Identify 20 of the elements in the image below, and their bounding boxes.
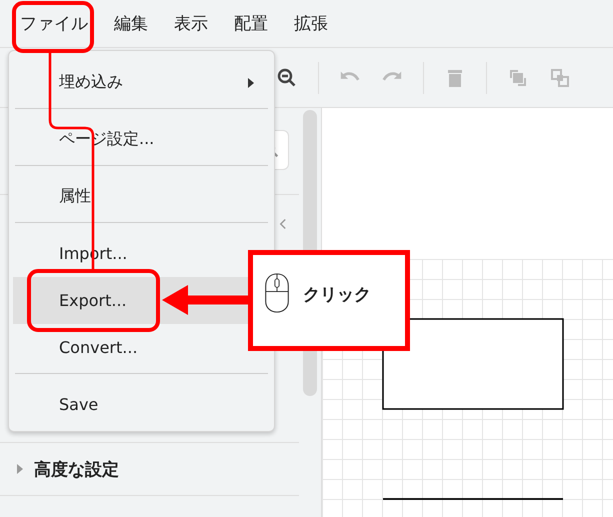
zoom-out-icon[interactable] — [276, 68, 298, 88]
section-header[interactable]: 高度な設定 — [0, 443, 299, 495]
section-label: 高度な設定 — [34, 458, 119, 480]
menu-item[interactable]: 配置 — [226, 0, 276, 46]
menu-entry[interactable]: ページ設定... — [13, 116, 270, 163]
menu-entry[interactable]: Save — [13, 381, 270, 428]
to-back-icon[interactable] — [549, 68, 571, 88]
collapse-icon[interactable] — [278, 217, 287, 231]
menu-item[interactable]: 拡張 — [286, 0, 336, 46]
callout-label: クリック — [303, 284, 371, 306]
menu-entry[interactable]: 埋め込み — [13, 59, 270, 106]
submenu-arrow-icon — [248, 78, 254, 88]
line-shape[interactable] — [383, 498, 563, 500]
menu-entry[interactable]: 属性 — [13, 173, 270, 220]
menu-item[interactable]: 編集 — [106, 0, 156, 46]
menu-item[interactable]: 表示 — [166, 0, 216, 46]
rectangle-shape[interactable] — [382, 318, 564, 410]
to-front-icon[interactable] — [507, 68, 529, 88]
menu-item[interactable]: ファイル — [12, 0, 96, 46]
mouse-icon — [265, 273, 289, 313]
